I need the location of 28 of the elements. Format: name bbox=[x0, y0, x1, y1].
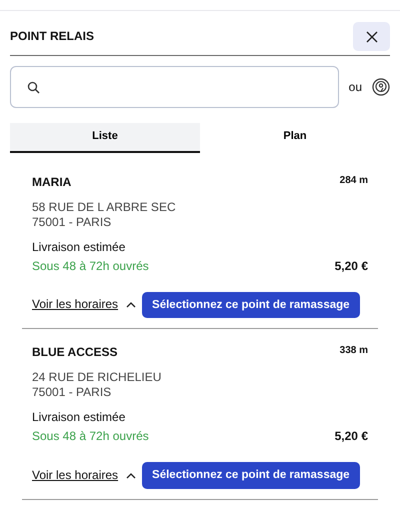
or-label: ou bbox=[348, 80, 362, 94]
location-icon[interactable] bbox=[372, 78, 390, 96]
delivery-time: Sous 48 à 72h ouvrés bbox=[32, 429, 149, 444]
address-line: 75001 - PARIS bbox=[32, 214, 112, 230]
hours-link[interactable]: Voir les horaires bbox=[32, 297, 118, 312]
price-label: 5,20 € bbox=[334, 258, 368, 274]
address-line: 24 RUE DE RICHELIEU bbox=[32, 370, 162, 386]
select-button[interactable]: Sélectionnez ce point de ramassage bbox=[142, 292, 360, 318]
distance-label: 338 m bbox=[340, 345, 368, 358]
distance-label: 284 m bbox=[340, 174, 368, 188]
delivery-label: Livraison estimée bbox=[32, 410, 126, 426]
tab[interactable]: Liste bbox=[10, 123, 200, 153]
search-field[interactable] bbox=[10, 66, 339, 108]
chevron-up-icon[interactable] bbox=[126, 301, 136, 308]
panel-title: POINT RELAIS bbox=[10, 29, 94, 44]
chevron-up-icon[interactable] bbox=[126, 472, 136, 479]
select-button[interactable]: Sélectionnez ce point de ramassage bbox=[142, 462, 360, 488]
close-icon bbox=[366, 30, 378, 42]
close-button[interactable] bbox=[353, 22, 390, 51]
address-line: 75001 - PARIS bbox=[32, 385, 112, 400]
point-name: BLUE ACCESS bbox=[32, 345, 118, 360]
hours-link[interactable]: Voir les horaires bbox=[32, 468, 118, 483]
search-icon bbox=[27, 80, 40, 94]
address-line: 58 RUE DE L ARBRE SEC bbox=[32, 200, 177, 215]
delivery-time: Sous 48 à 72h ouvrés bbox=[32, 258, 149, 274]
price-label: 5,20 € bbox=[334, 429, 368, 444]
point-name: MARIA bbox=[32, 174, 72, 190]
delivery-label: Livraison estimée bbox=[32, 240, 126, 255]
